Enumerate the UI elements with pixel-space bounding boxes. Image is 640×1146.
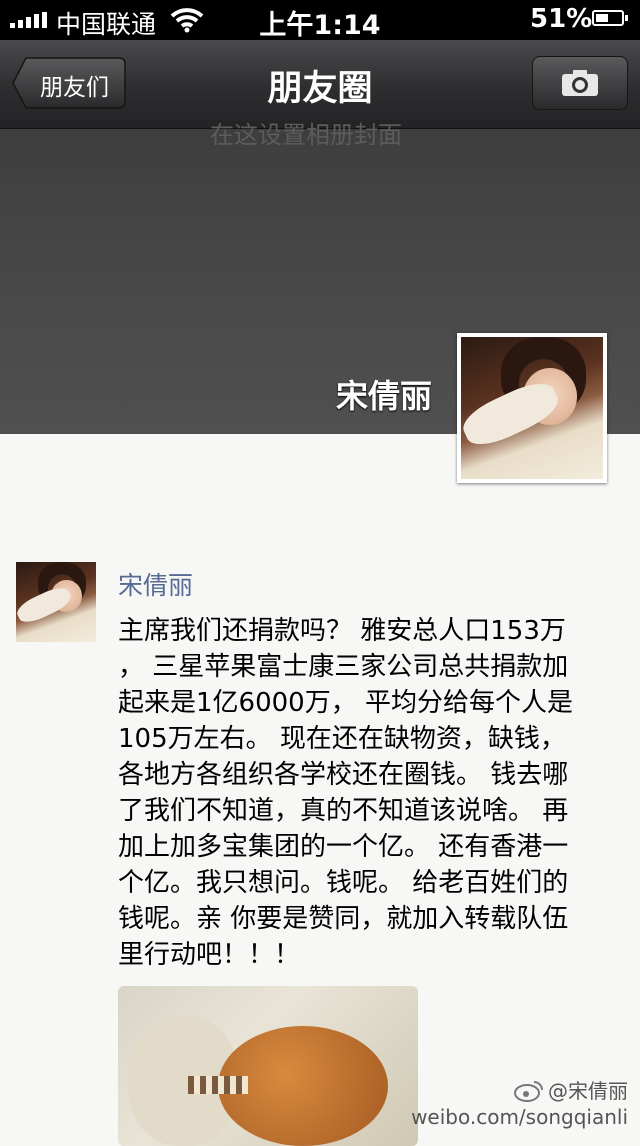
status-bar: 中国联通 上午1:14 51% xyxy=(0,0,640,41)
camera-icon xyxy=(562,70,598,96)
scarf-shape xyxy=(188,1076,248,1094)
avatar-image xyxy=(461,337,603,479)
post-image[interactable] xyxy=(118,986,418,1146)
profile-name: 宋倩丽 xyxy=(335,377,432,415)
cover-hint-text: 在这设置相册封面 xyxy=(210,121,402,149)
battery-percentage: 51% xyxy=(530,4,593,34)
post-author-avatar[interactable] xyxy=(16,562,96,642)
weibo-watermark: @宋倩丽 weibo.com/songqianli xyxy=(411,1078,628,1130)
profile-avatar[interactable] xyxy=(457,333,607,483)
watermark-url: weibo.com/songqianli xyxy=(411,1105,628,1129)
weibo-logo-icon xyxy=(514,1081,543,1102)
camera-button[interactable] xyxy=(532,56,628,110)
watermark-handle: @宋倩丽 xyxy=(548,1079,628,1103)
battery-level xyxy=(596,14,608,22)
post-author-name[interactable]: 宋倩丽 xyxy=(118,566,193,602)
battery-icon xyxy=(592,10,628,26)
post-text: 主席我们还捐款吗？ 雅安总人口153万 ， 三星苹果富士康三家公司总共捐款加 起… xyxy=(118,616,573,970)
